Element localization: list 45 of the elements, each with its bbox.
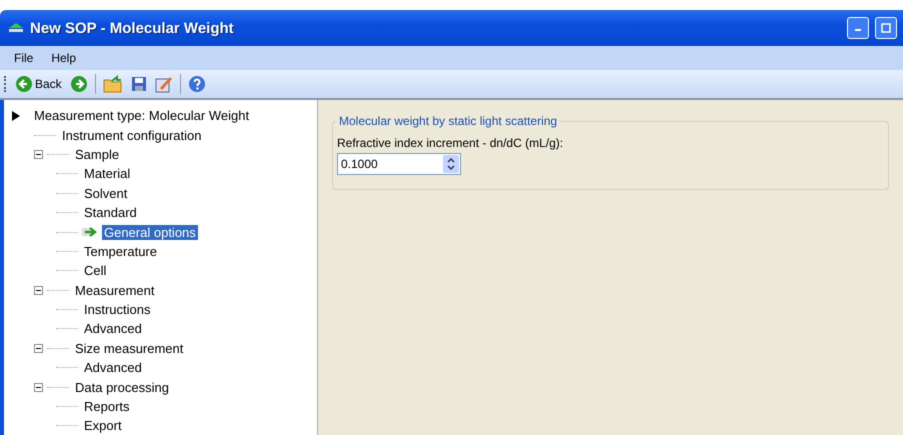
- tree-item[interactable]: Cell: [82, 263, 108, 278]
- minimize-button[interactable]: [847, 17, 869, 39]
- help-icon: [188, 75, 206, 93]
- menu-item[interactable]: Help: [43, 49, 84, 67]
- tree-item[interactable]: Instructions: [82, 302, 152, 318]
- maximize-button[interactable]: [875, 17, 897, 39]
- app-icon: [8, 23, 24, 33]
- tree-item[interactable]: Reports: [82, 399, 132, 414]
- forward-icon: [70, 75, 88, 93]
- forward-button[interactable]: [68, 74, 89, 94]
- tree-item[interactable]: Solvent: [82, 186, 130, 201]
- collapse-icon[interactable]: [34, 150, 43, 159]
- edit-button[interactable]: [154, 74, 174, 94]
- tree-item[interactable]: Measurement type: Molecular Weight: [32, 108, 252, 124]
- maximize-icon: [881, 23, 891, 33]
- tree-item[interactable]: Data processing: [73, 380, 171, 395]
- pencil-icon: [154, 75, 173, 93]
- tree-item[interactable]: Export: [82, 418, 124, 434]
- group-title: Molecular weight by static light scattering: [338, 114, 558, 128]
- tree-item[interactable]: General options: [102, 224, 198, 240]
- window-title: New SOP - Molecular Weight: [30, 20, 235, 36]
- tree-item[interactable]: Sample: [73, 146, 122, 162]
- tree-item[interactable]: Instrument configuration: [60, 128, 204, 143]
- save-button[interactable]: [130, 75, 148, 93]
- tree-item[interactable]: Material: [82, 166, 132, 182]
- tree-item[interactable]: Temperature: [82, 244, 159, 259]
- back-icon: [15, 75, 33, 93]
- tree-item[interactable]: Advanced: [82, 321, 144, 336]
- tree-item[interactable]: Size measurement: [73, 340, 186, 356]
- field-label: Refractive index increment - dn/dC (mL/g):: [337, 136, 564, 150]
- tree-item[interactable]: Standard: [82, 205, 139, 220]
- collapse-icon[interactable]: [34, 382, 43, 392]
- spin-arrows[interactable]: [443, 155, 459, 173]
- menu-item[interactable]: File: [6, 49, 42, 67]
- arrow-icon: [82, 226, 98, 238]
- tree-item[interactable]: Advanced: [82, 360, 144, 376]
- number-spinner[interactable]: 0.1000: [337, 153, 461, 175]
- collapse-icon[interactable]: [34, 286, 43, 295]
- tree-item[interactable]: Measurement: [73, 282, 156, 298]
- triangle-icon: [12, 110, 20, 121]
- open-button[interactable]: [102, 74, 124, 94]
- back-button[interactable]: Back: [14, 74, 63, 94]
- collapse-icon[interactable]: [34, 344, 43, 353]
- folder-icon: [102, 75, 123, 93]
- help-button[interactable]: [186, 74, 207, 94]
